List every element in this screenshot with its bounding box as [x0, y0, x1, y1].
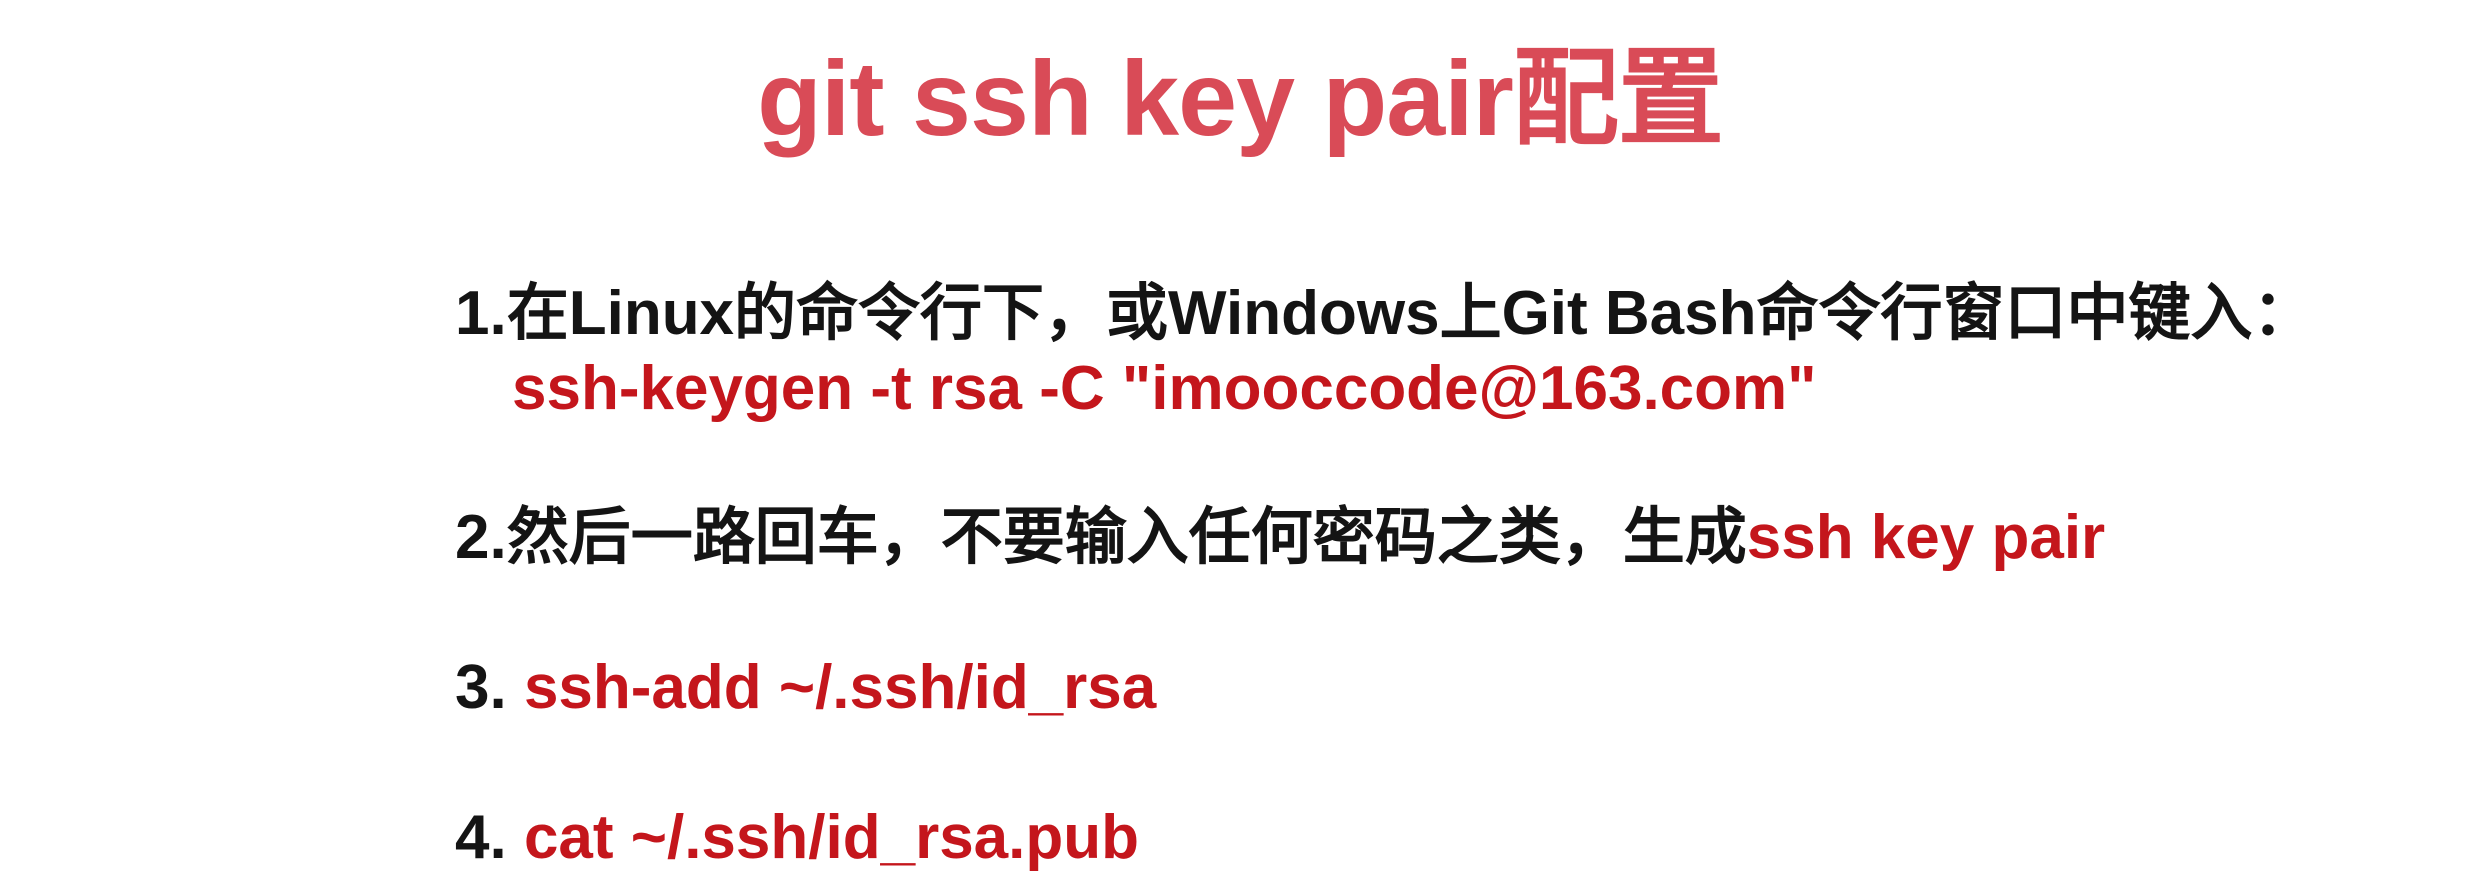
step-1-text: 在Linux的命令行下，或Windows上Git Bash命令行窗口中键入：	[506, 279, 2315, 348]
step-3-number: 3.	[455, 653, 524, 722]
step-3-command: ssh-add ~/.ssh/id_rsa	[523, 653, 1157, 722]
step-2-highlight: ssh key pair	[1746, 503, 2106, 572]
step-4-number: 4.	[455, 803, 524, 872]
step-2: 2.然后一路回车，不要输入任何密码之类，生成ssh key pair	[455, 507, 2105, 569]
step-1: 1.在Linux的命令行下，或Windows上Git Bash命令行窗口中键入：	[455, 283, 2315, 345]
step-4: 4. cat ~/.ssh/id_rsa.pub	[455, 807, 1139, 869]
step-1-command: ssh-keygen -t rsa -C "imooccode@163.com"	[512, 354, 1817, 423]
step-2-number: 2.	[455, 503, 507, 572]
step-2-text: 然后一路回车，不要输入任何密码之类，生成	[506, 503, 1747, 572]
step-4-command: cat ~/.ssh/id_rsa.pub	[523, 803, 1140, 872]
slide-title: git ssh key pair配置	[757, 40, 1724, 158]
step-3: 3. ssh-add ~/.ssh/id_rsa	[455, 657, 1156, 719]
step-1-number: 1.	[455, 279, 507, 348]
